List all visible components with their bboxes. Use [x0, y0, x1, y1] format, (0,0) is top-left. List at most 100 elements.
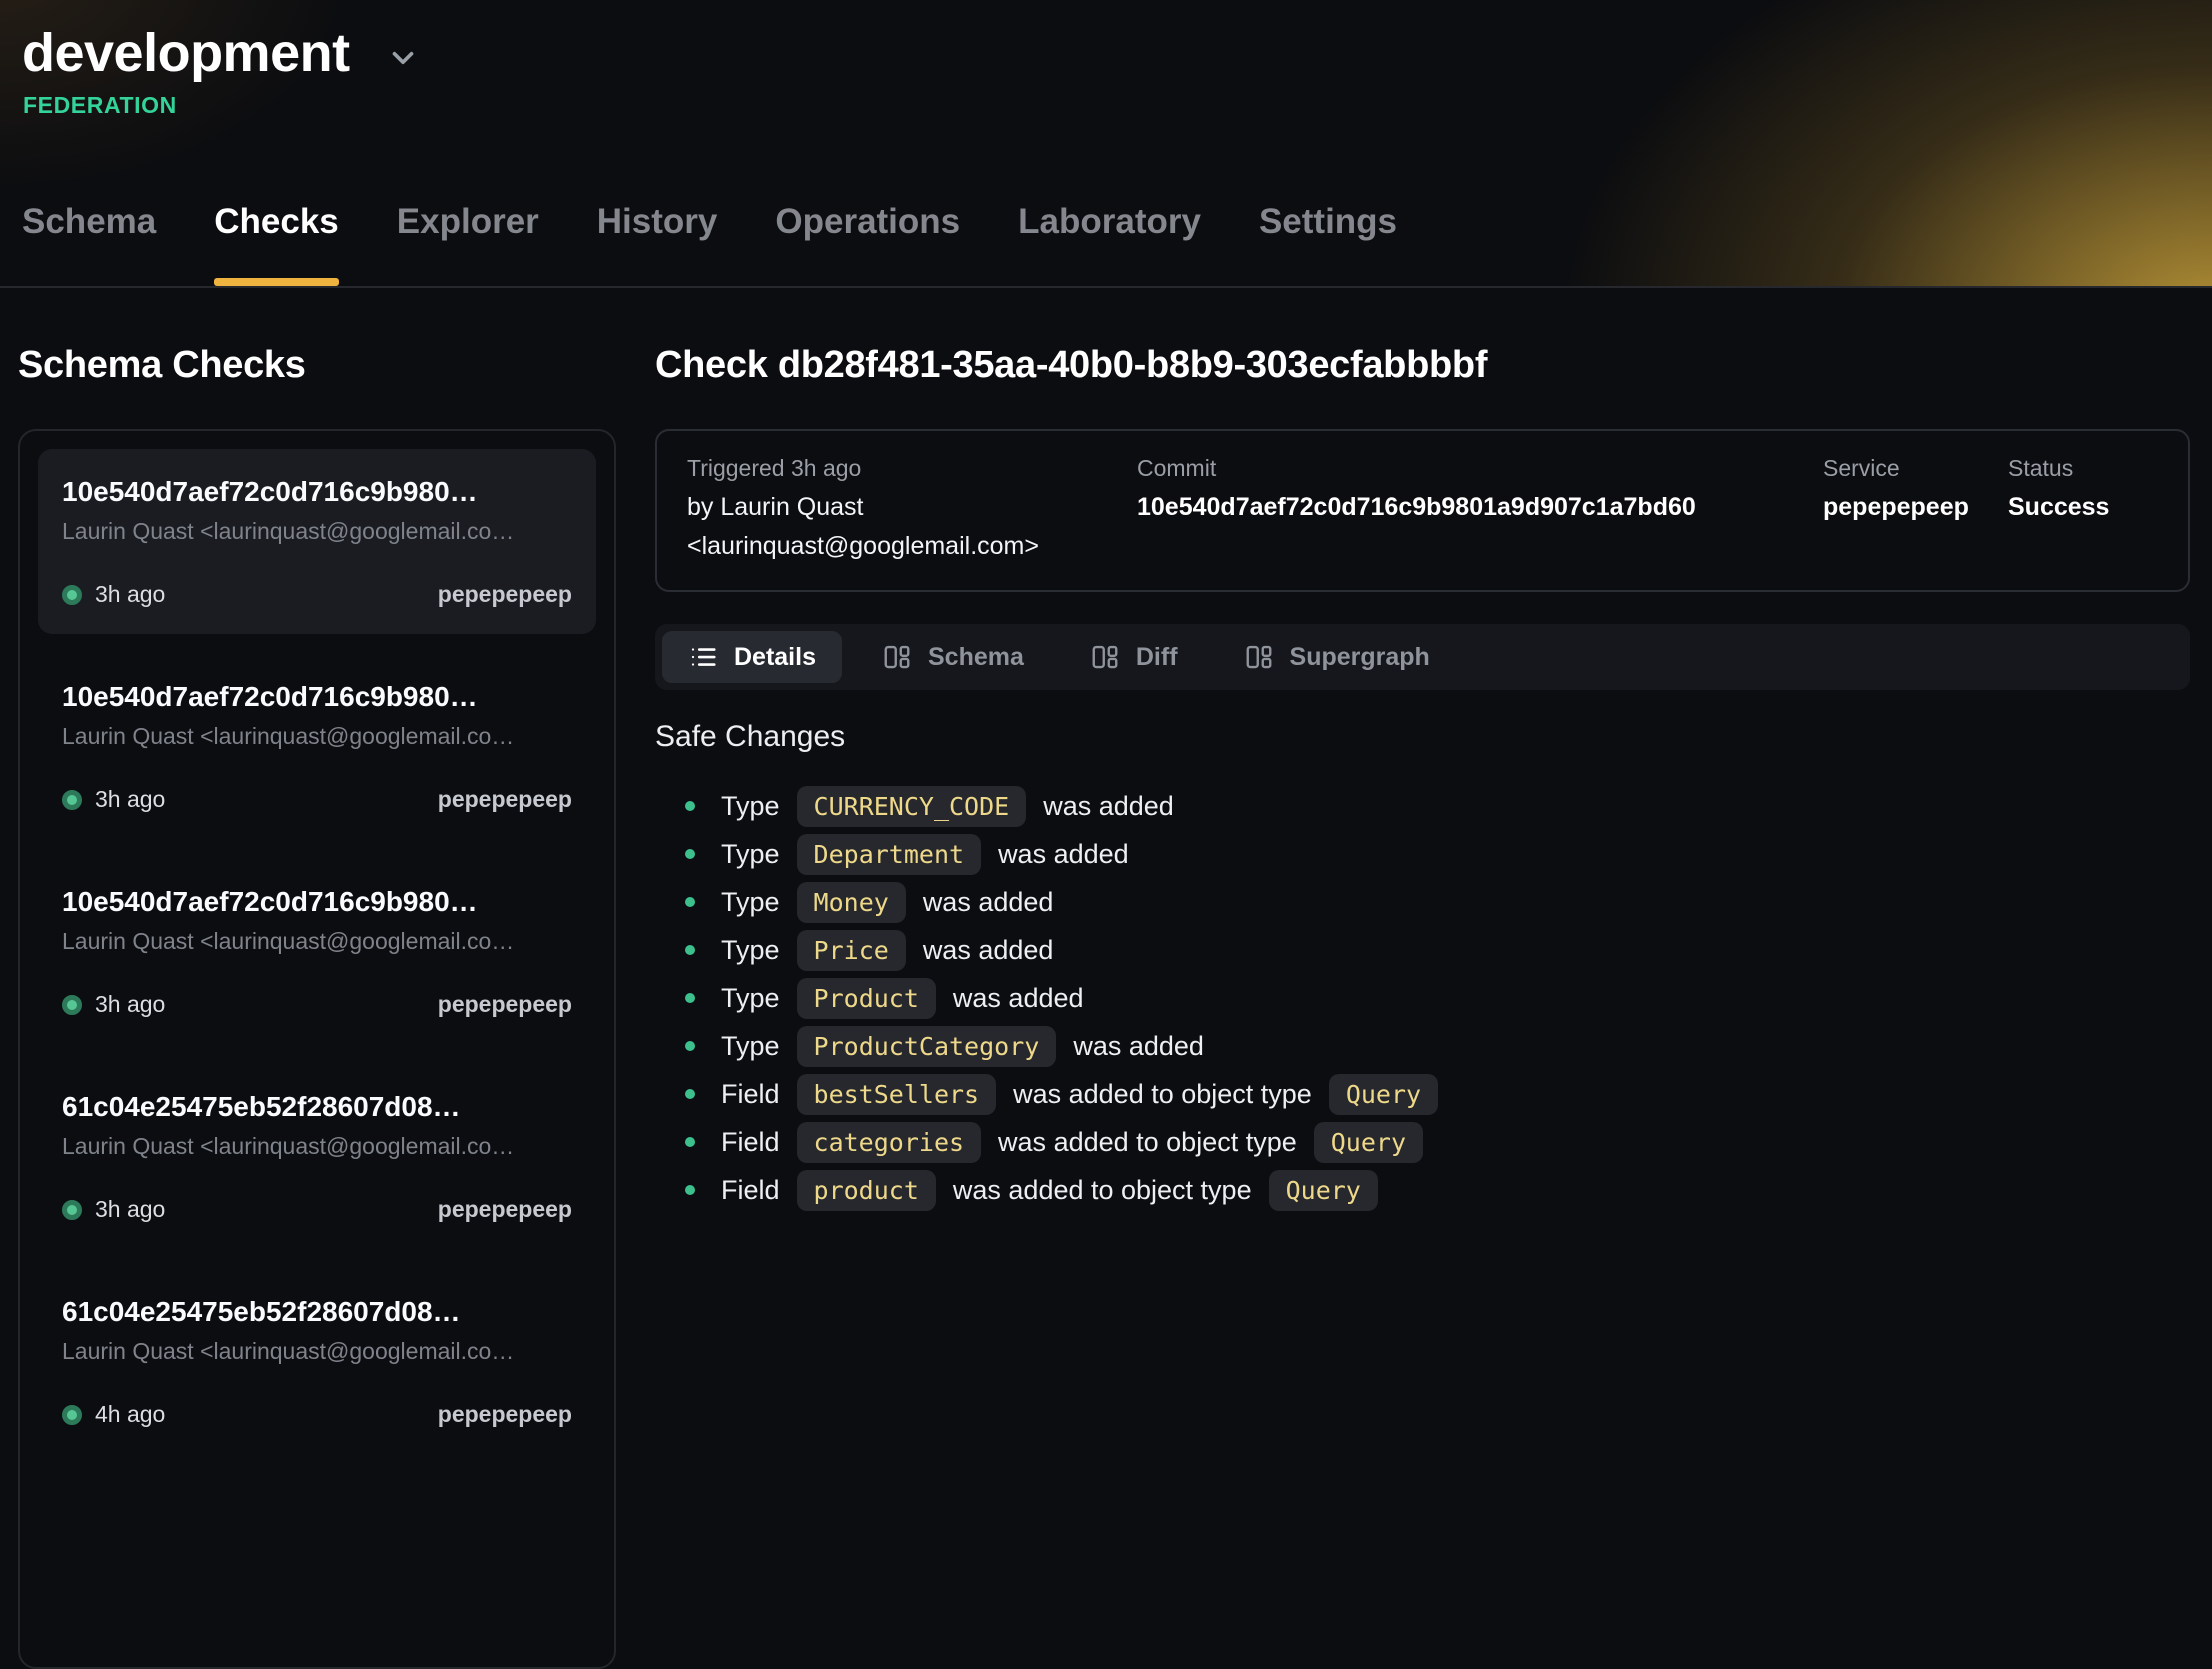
status-dot [62, 995, 82, 1015]
check-author: Laurin Quast <laurinquast@googlemail.co… [62, 1133, 572, 1160]
check-author: Laurin Quast <laurinquast@googlemail.co… [62, 928, 572, 955]
detail-tab-details[interactable]: Details [662, 631, 842, 683]
status-dot [62, 1200, 82, 1220]
check-item-footer: 3h ago pepepepeep [62, 581, 572, 608]
list-icon [688, 642, 718, 672]
change-suffix: was added to object type [1013, 1079, 1312, 1110]
project-switcher: development [0, 0, 2212, 84]
triggered-email: <laurinquast@googlemail.com> [687, 527, 1137, 566]
check-id: 10e540d7aef72c0d716c9b980… [62, 885, 572, 918]
change-kind: Field [721, 1079, 780, 1110]
detail-tab-label: Supergraph [1290, 643, 1430, 672]
change-target-chip: Query [1314, 1122, 1423, 1163]
change-code-chip: CURRENCY_CODE [797, 786, 1027, 827]
check-service: pepepepeep [438, 1196, 572, 1223]
check-list-item[interactable]: 10e540d7aef72c0d716c9b980… Laurin Quast … [38, 654, 596, 839]
change-suffix: was added [923, 887, 1054, 918]
detail-tab-diff[interactable]: Diff [1064, 631, 1204, 683]
change-suffix: was added [1043, 791, 1174, 822]
main-tab-history[interactable]: History [597, 202, 718, 286]
chevron-down-icon [386, 41, 420, 75]
main-content: Schema Checks 10e540d7aef72c0d716c9b980…… [0, 288, 2212, 1669]
service-label: Service [1823, 449, 2008, 488]
safe-changes-title: Safe Changes [655, 720, 2190, 754]
check-time: 3h ago [95, 1196, 165, 1223]
change-suffix: was added [998, 839, 1129, 870]
check-id: 61c04e25475eb52f28607d08… [62, 1295, 572, 1328]
triggered-author: by Laurin Quast [687, 488, 1137, 527]
change-kind: Type [721, 1031, 780, 1062]
status-value: Success [2008, 488, 2158, 527]
change-suffix: was added to object type [953, 1175, 1252, 1206]
check-list-item[interactable]: 61c04e25475eb52f28607d08… Laurin Quast <… [38, 1064, 596, 1249]
check-author: Laurin Quast <laurinquast@googlemail.co… [62, 1338, 572, 1365]
status-label: Status [2008, 449, 2158, 488]
check-service: pepepepeep [438, 991, 572, 1018]
change-kind: Type [721, 791, 780, 822]
check-item-footer: 3h ago pepepepeep [62, 1196, 572, 1223]
check-id: 10e540d7aef72c0d716c9b980… [62, 680, 572, 713]
schema-checks-sidebar: Schema Checks 10e540d7aef72c0d716c9b980…… [18, 344, 616, 1669]
check-title: Check db28f481-35aa-40b0-b8b9-303ecfabbb… [655, 344, 2190, 387]
change-code-chip: ProductCategory [797, 1026, 1057, 1067]
main-tab-explorer[interactable]: Explorer [397, 202, 539, 286]
change-row: Field categories was added to object typ… [655, 1118, 2190, 1166]
change-row: Type Price was added [655, 926, 2190, 974]
detail-tab-supergraph[interactable]: Supergraph [1218, 631, 1456, 683]
check-list-item[interactable]: 10e540d7aef72c0d716c9b980… Laurin Quast … [38, 449, 596, 634]
main-tab-operations[interactable]: Operations [775, 202, 960, 286]
check-service: pepepepeep [438, 1401, 572, 1428]
active-tab-underline [214, 278, 339, 286]
sidebar-title: Schema Checks [18, 344, 616, 387]
main-tab-settings[interactable]: Settings [1259, 202, 1397, 286]
check-detail-tabs: Details Schema Diff [655, 624, 2190, 690]
commit-label: Commit [1137, 449, 1823, 488]
check-summary-card: Triggered 3h ago by Laurin Quast <laurin… [655, 429, 2190, 592]
check-author: Laurin Quast <laurinquast@googlemail.co… [62, 518, 572, 545]
change-kind: Type [721, 887, 780, 918]
change-kind: Field [721, 1127, 780, 1158]
change-bullet [685, 1137, 695, 1147]
change-code-chip: Money [797, 882, 906, 923]
change-bullet [685, 897, 695, 907]
check-detail-panel: Check db28f481-35aa-40b0-b8b9-303ecfabbb… [655, 344, 2190, 1669]
detail-tab-schema[interactable]: Schema [856, 631, 1050, 683]
change-code-chip: Price [797, 930, 906, 971]
main-tab-laboratory[interactable]: Laboratory [1018, 202, 1201, 286]
check-service: pepepepeep [438, 581, 572, 608]
federation-badge: FEDERATION [23, 92, 2212, 119]
change-bullet [685, 801, 695, 811]
status-dot [62, 1405, 82, 1425]
change-code-chip: categories [797, 1122, 982, 1163]
change-bullet [685, 1041, 695, 1051]
columns-icon [882, 642, 912, 672]
check-time: 3h ago [95, 991, 165, 1018]
check-item-footer: 4h ago pepepepeep [62, 1401, 572, 1428]
check-list-item[interactable]: 10e540d7aef72c0d716c9b980… Laurin Quast … [38, 859, 596, 1044]
change-code-chip: Product [797, 978, 936, 1019]
change-row: Type CURRENCY_CODE was added [655, 782, 2190, 830]
change-target-chip: Query [1329, 1074, 1438, 1115]
change-suffix: was added [1073, 1031, 1204, 1062]
change-row: Field bestSellers was added to object ty… [655, 1070, 2190, 1118]
change-bullet [685, 1089, 695, 1099]
main-tab-checks[interactable]: Checks [214, 202, 339, 286]
change-kind: Type [721, 935, 780, 966]
main-tab-checks-label: Checks [214, 202, 339, 241]
project-switcher-button[interactable] [386, 31, 420, 75]
app-header: development FEDERATION Schema Checks Exp… [0, 0, 2212, 288]
check-service: pepepepeep [438, 786, 572, 813]
commit-value: 10e540d7aef72c0d716c9b9801a9d907c1a7bd60 [1137, 488, 1823, 527]
service-info: Service pepepepeep [1823, 449, 2008, 566]
change-bullet [685, 993, 695, 1003]
status-info: Status Success [2008, 449, 2158, 566]
check-item-footer: 3h ago pepepepeep [62, 991, 572, 1018]
check-item-footer: 3h ago pepepepeep [62, 786, 572, 813]
main-tab-schema[interactable]: Schema [22, 202, 156, 286]
main-nav: Schema Checks Explorer History Operation… [22, 202, 1397, 286]
change-code-chip: bestSellers [797, 1074, 997, 1115]
detail-tab-label: Details [734, 643, 816, 672]
detail-tab-label: Diff [1136, 643, 1178, 672]
change-bullet [685, 945, 695, 955]
check-list-item[interactable]: 61c04e25475eb52f28607d08… Laurin Quast <… [38, 1269, 596, 1454]
